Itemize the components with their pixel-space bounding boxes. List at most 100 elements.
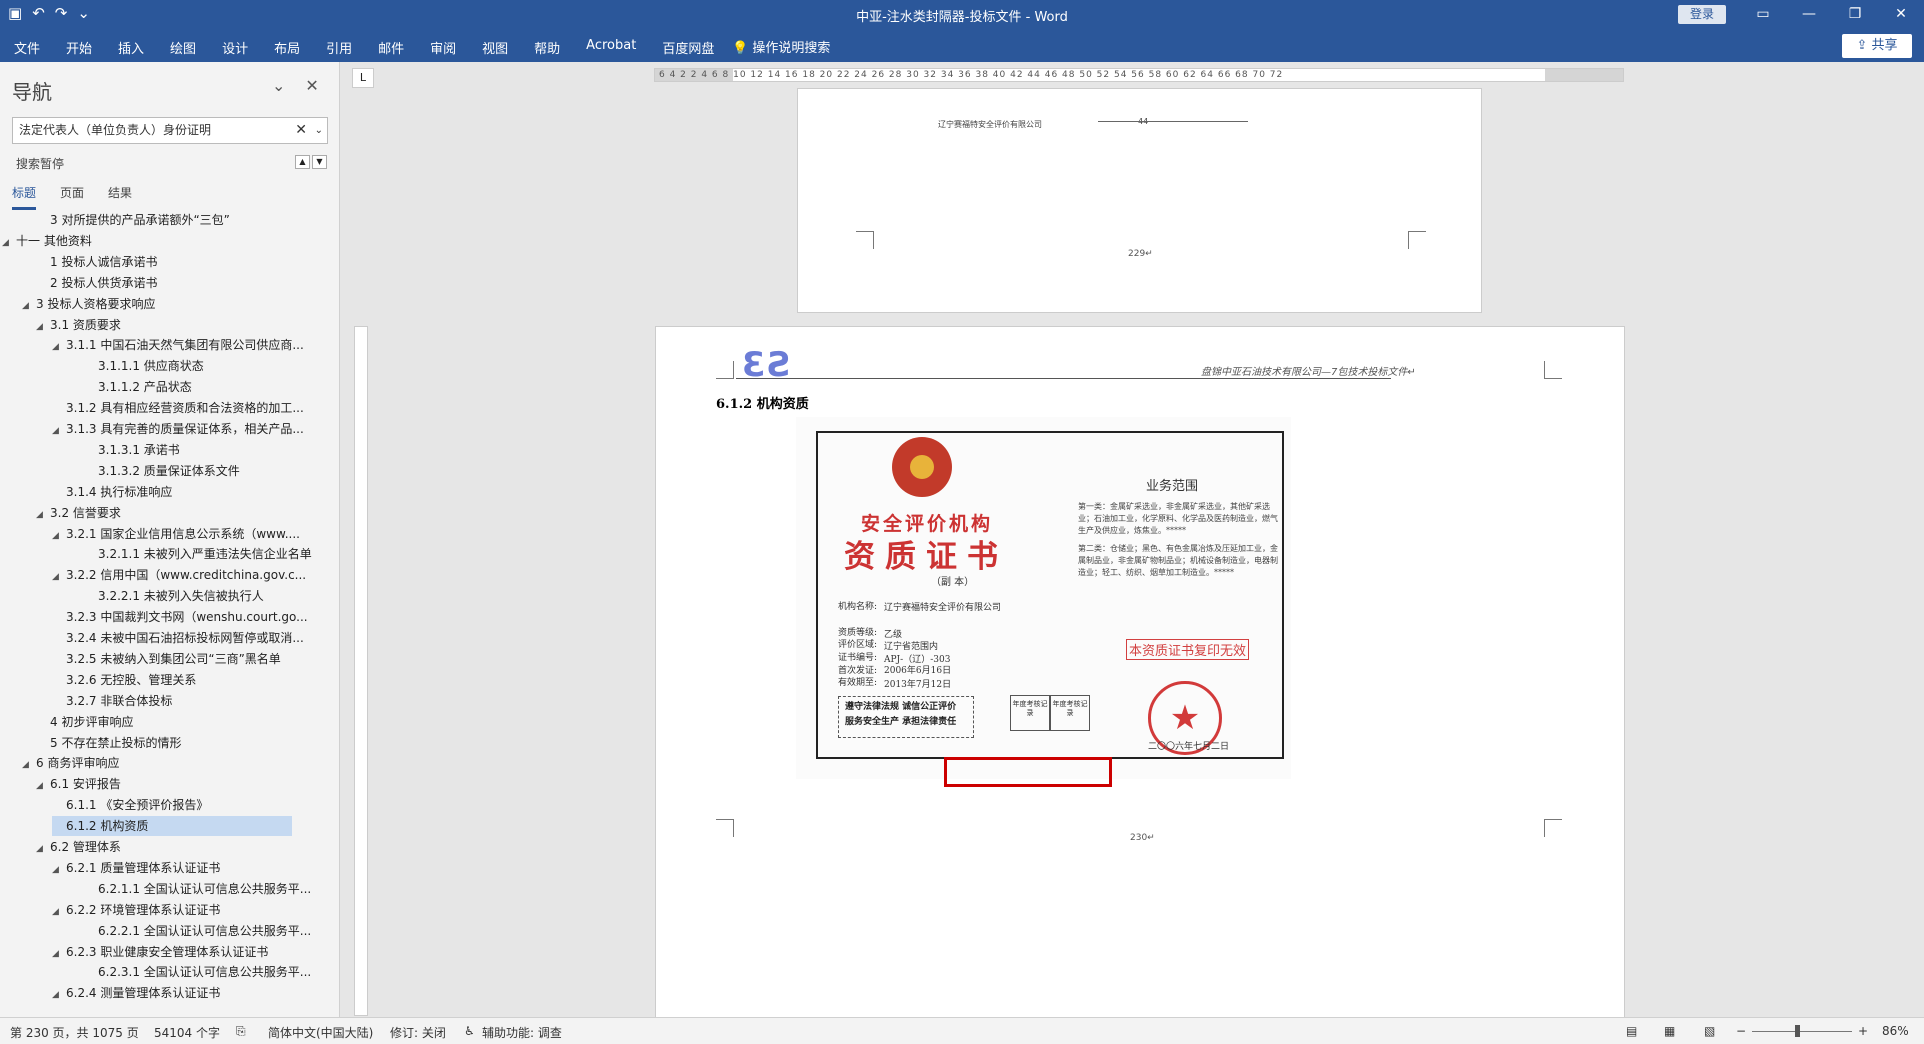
tab-mailings[interactable]: 邮件 — [378, 38, 404, 57]
heading-tree-item[interactable]: ◢ 6.2.4 测量管理体系认证证书 — [52, 983, 220, 1003]
minimize-icon[interactable]: — — [1786, 2, 1832, 26]
collapse-triangle-icon[interactable]: ◢ — [22, 755, 36, 775]
tab-pages[interactable]: 页面 — [60, 184, 84, 210]
heading-tree-item[interactable]: ◢ 3.2 信誉要求 — [36, 503, 121, 523]
tab-review[interactable]: 审阅 — [430, 38, 456, 57]
proofing-icon[interactable]: ⎘ — [236, 1024, 246, 1039]
heading-tree-item[interactable]: 3.1.4 执行标准响应 — [52, 482, 172, 502]
tab-headings[interactable]: 标题 — [12, 184, 37, 210]
heading-tree-item[interactable]: ◢ 3.2.1 国家企业信用信息公示系统（www.... — [52, 524, 300, 544]
heading-tree-item[interactable]: ◢ 6.2.3 职业健康安全管理体系认证证书 — [52, 942, 268, 962]
track-changes[interactable]: 修订: 关闭 — [390, 1024, 446, 1041]
section-heading[interactable]: 6.1.2 机构资质 — [716, 393, 809, 412]
restore-icon[interactable]: ❐ — [1832, 2, 1878, 26]
heading-tree-item[interactable]: 3.1.2 具有相应经营资质和合法资格的加工... — [52, 398, 304, 418]
share-button[interactable]: ⇪ 共享 — [1842, 34, 1912, 58]
chevron-down-icon[interactable]: ⌄ — [272, 76, 285, 95]
accessibility-icon[interactable]: ♿ — [464, 1024, 475, 1038]
heading-tree-item[interactable]: 5 不存在禁止投标的情形 — [36, 733, 181, 753]
tab-design[interactable]: 设计 — [222, 38, 248, 57]
zoom-slider-thumb[interactable] — [1795, 1025, 1800, 1037]
heading-tree-item[interactable]: 3.2.4 未被中国石油招标投标网暂停或取消... — [52, 628, 304, 648]
heading-tree-item[interactable]: 3.1.3.1 承诺书 — [84, 440, 180, 460]
collapse-triangle-icon[interactable]: ◢ — [52, 860, 66, 880]
collapse-triangle-icon[interactable]: ◢ — [22, 296, 36, 316]
next-result-icon[interactable]: ▼ — [312, 155, 327, 169]
heading-tree-item[interactable]: ◢ 3 投标人资格要求响应 — [22, 294, 155, 314]
heading-tree-item[interactable]: 3.2.6 无控股、管理关系 — [52, 670, 196, 690]
heading-tree-item[interactable]: ◢ 6.2.1 质量管理体系认证证书 — [52, 858, 220, 878]
heading-tree-item[interactable]: ◢ 3.1.3 具有完善的质量保证体系，相关产品... — [52, 419, 304, 439]
heading-tree-item[interactable]: 3.2.7 非联合体投标 — [52, 691, 172, 711]
heading-tree-item[interactable]: ◢ 6.2.2 环境管理体系认证证书 — [52, 900, 220, 920]
tab-file[interactable]: 文件 — [14, 38, 40, 57]
certificate-image[interactable]: 安全评价机构 资质证书 （副 本） 机构名称: 辽宁赛福特安全评价有限公司 资质… — [796, 417, 1291, 787]
heading-tree-item[interactable]: 3.2.1.1 未被列入严重违法失信企业名单 — [84, 544, 312, 564]
accessibility-status[interactable]: 辅助功能: 调查 — [482, 1024, 562, 1041]
tab-home[interactable]: 开始 — [66, 38, 92, 57]
collapse-triangle-icon[interactable]: ◢ — [52, 944, 66, 964]
heading-tree-item[interactable]: ◢ 3.2.2 信用中国（www.creditchina.gov.c... — [52, 565, 306, 585]
zoom-in-icon[interactable]: + — [1858, 1024, 1868, 1038]
heading-tree-item[interactable]: 3.2.3 中国裁判文书网（wenshu.court.go... — [52, 607, 308, 627]
zoom-level[interactable]: 86% — [1882, 1024, 1909, 1038]
word-count[interactable]: 54104 个字 — [154, 1024, 220, 1041]
collapse-triangle-icon[interactable]: ◢ — [52, 526, 66, 546]
tab-results[interactable]: 结果 — [108, 184, 132, 210]
page-count[interactable]: 第 230 页，共 1075 页 — [10, 1024, 139, 1041]
collapse-triangle-icon[interactable]: ◢ — [2, 233, 16, 253]
collapse-triangle-icon[interactable]: ◢ — [52, 985, 66, 1005]
clear-search-icon[interactable]: ✕ — [295, 118, 307, 143]
zoom-slider[interactable] — [1752, 1031, 1852, 1032]
close-icon[interactable]: ✕ — [1878, 2, 1924, 26]
tab-help[interactable]: 帮助 — [534, 38, 560, 57]
heading-tree-item[interactable]: ◢ 6 商务评审响应 — [22, 753, 119, 773]
search-dropdown-icon[interactable]: ⌄ — [315, 118, 323, 143]
page-230[interactable]: ƐƧ 盘锦中亚石油技术有限公司—7包技术投标文件↵ 6.1.2 机构资质 安全评… — [655, 326, 1625, 1017]
heading-tree-item[interactable]: 3.2.2.1 未被列入失信被执行人 — [84, 586, 264, 606]
heading-tree-item[interactable]: 3.1.1.1 供应商状态 — [84, 356, 204, 376]
heading-tree-item[interactable]: 6.2.3.1 全国认证认可信息公共服务平... — [84, 962, 311, 982]
collapse-triangle-icon[interactable]: ◢ — [36, 317, 50, 337]
collapse-triangle-icon[interactable]: ◢ — [36, 505, 50, 525]
language[interactable]: 简体中文(中国大陆) — [268, 1024, 373, 1041]
tab-references[interactable]: 引用 — [326, 38, 352, 57]
close-icon[interactable]: ✕ — [305, 76, 318, 95]
collapse-triangle-icon[interactable]: ◢ — [36, 839, 50, 859]
heading-tree-item[interactable]: ◢ 3.1 资质要求 — [36, 315, 121, 335]
heading-tree-item[interactable]: ◢ 3.1.1 中国石油天然气集团有限公司供应商... — [52, 335, 304, 355]
web-layout-icon[interactable]: ▧ — [1704, 1024, 1715, 1038]
heading-tree-item[interactable]: ◢ 十一 其他资料 — [2, 231, 92, 251]
heading-tree-item[interactable]: 2 投标人供货承诺书 — [36, 273, 157, 293]
tab-baidu[interactable]: 百度网盘 — [662, 38, 714, 57]
page-229[interactable]: 辽宁赛福特安全评价有限公司 44 229↵ — [797, 88, 1482, 313]
heading-tree-item[interactable]: 6.1.1 《安全预评价报告》 — [52, 795, 208, 815]
tab-layout[interactable]: 布局 — [274, 38, 300, 57]
heading-tree-item[interactable]: 3.1.1.2 产品状态 — [84, 377, 192, 397]
collapse-triangle-icon[interactable]: ◢ — [52, 421, 66, 441]
zoom-out-icon[interactable]: − — [1736, 1024, 1746, 1038]
heading-tree-item[interactable]: 6.2.2.1 全国认证认可信息公共服务平... — [84, 921, 311, 941]
tab-insert[interactable]: 插入 — [118, 38, 144, 57]
tab-selector[interactable]: L — [352, 68, 374, 88]
heading-tree-item[interactable]: 6.2.1.1 全国认证认可信息公共服务平... — [84, 879, 311, 899]
heading-tree-item[interactable]: ◢ 6.1 安评报告 — [36, 774, 121, 794]
heading-tree-item[interactable]: 4 初步评审响应 — [36, 712, 133, 732]
tell-me-search[interactable]: 💡 操作说明搜索 — [732, 37, 830, 56]
ribbon-display-icon[interactable]: ▭ — [1740, 2, 1786, 26]
collapse-triangle-icon[interactable]: ◢ — [52, 337, 66, 357]
heading-tree-item[interactable]: 1 投标人诚信承诺书 — [36, 252, 157, 272]
login-button[interactable]: 登录 — [1678, 5, 1726, 24]
heading-tree-item[interactable]: 3.2.5 未被纳入到集团公司“三商”黑名单 — [52, 649, 281, 669]
collapse-triangle-icon[interactable]: ◢ — [52, 567, 66, 587]
print-layout-icon[interactable]: ▦ — [1664, 1024, 1675, 1038]
heading-tree-item[interactable]: 3.1.3.2 质量保证体系文件 — [84, 461, 240, 481]
previous-result-icon[interactable]: ▲ — [295, 155, 310, 169]
collapse-triangle-icon[interactable]: ◢ — [52, 902, 66, 922]
nav-search-input[interactable]: 法定代表人（单位负责人）身份证明 ✕ ⌄ — [12, 117, 328, 144]
tab-acrobat[interactable]: Acrobat — [586, 38, 636, 57]
tab-view[interactable]: 视图 — [482, 38, 508, 57]
document-canvas[interactable]: 辽宁赛福特安全评价有限公司 44 229↵ ƐƧ 盘锦中亚石油技术有限公司—7包… — [370, 88, 1924, 1017]
read-mode-icon[interactable]: ▤ — [1626, 1024, 1637, 1038]
heading-tree-item[interactable]: ◢ 6.2 管理体系 — [36, 837, 121, 857]
